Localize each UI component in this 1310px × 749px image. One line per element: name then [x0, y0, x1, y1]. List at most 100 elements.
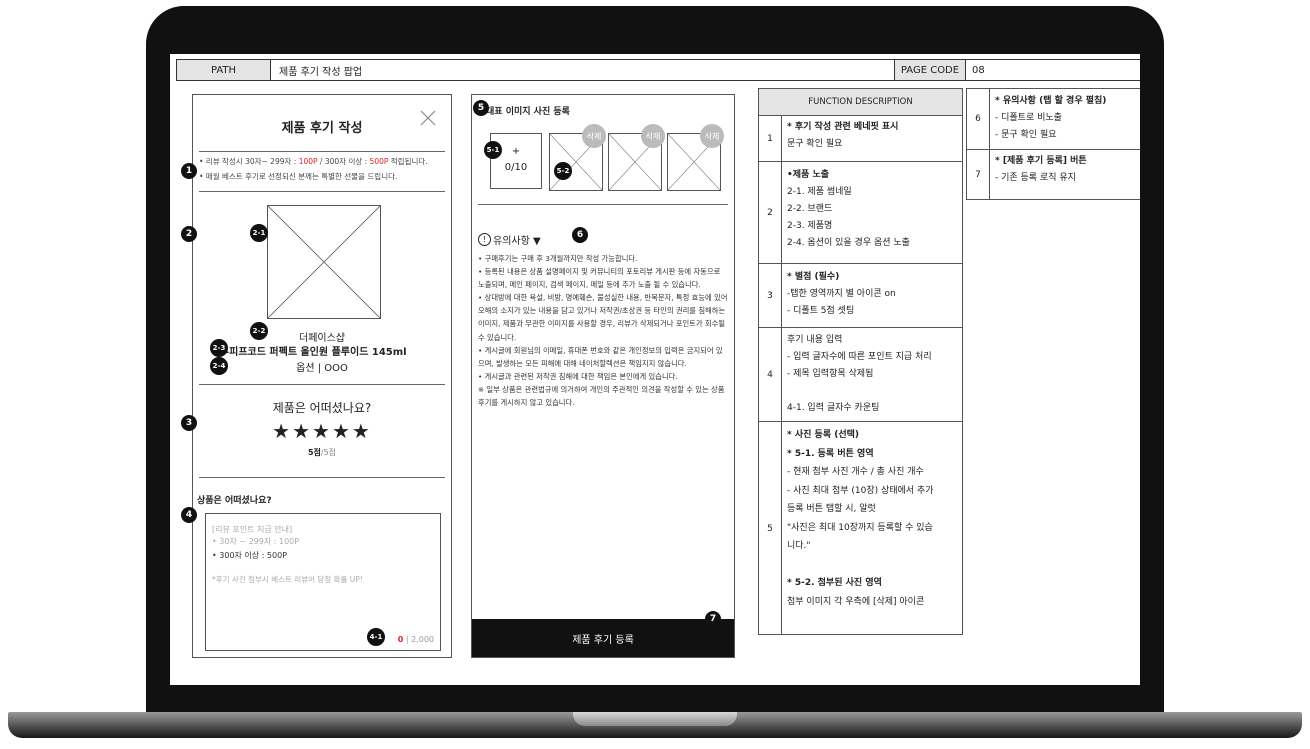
- row-number: 7: [967, 150, 990, 200]
- row-number: 1: [759, 116, 782, 162]
- annotation-badge: 2: [181, 226, 197, 242]
- annotation-badge: 7: [705, 611, 721, 627]
- row-line: - 문구 확인 필요: [995, 130, 1057, 140]
- annotation-badge: 5-2: [554, 162, 572, 180]
- row-line: * 사진 등록 (선택): [787, 430, 860, 440]
- row-number: 6: [967, 89, 990, 149]
- delete-photo-button[interactable]: 삭제: [700, 124, 724, 148]
- function-row: 6 * 유의사항 (탭 할 경우 펼침) - 디폴트로 비노출 - 문구 확인 …: [967, 89, 1140, 149]
- notice-title: 유의사항 ▼: [493, 236, 541, 247]
- star-rating[interactable]: ★★★★★: [193, 419, 451, 443]
- row-line: * 유의사항 (탭 할 경우 펼침): [995, 96, 1107, 106]
- row-line: 2-4. 옵션이 있을 경우 옵션 노출: [787, 238, 910, 248]
- row-line: - 사진 최대 첨부 (10장) 상태에서 추가: [787, 485, 934, 496]
- placeholder-line: • 30자 ~ 299자 : 100P: [212, 537, 300, 546]
- path-value: 제품 후기 작성 팝업: [270, 59, 895, 81]
- notice-item: • 구매후기는 구매 후 3개월까지만 작성 가능합니다.: [478, 254, 638, 263]
- review-textarea[interactable]: [리뷰 포인트 지급 안내] • 30자 ~ 299자 : 100P • 300…: [205, 513, 441, 651]
- row-line: 문구 확인 필요: [787, 139, 843, 149]
- notice-item: • 게시글에 회원님의 이메일, 휴대폰 번호와 같은 개인정보의 입력은 금지…: [478, 345, 723, 368]
- photo-count: 0/10: [504, 162, 528, 173]
- delete-photo-button[interactable]: 삭제: [641, 124, 665, 148]
- row-line: - 입력 글자수에 따른 포인트 지급 처리: [787, 352, 932, 362]
- row-line: 니다.": [787, 541, 811, 551]
- row-line: * 5-1. 등록 버튼 영역: [787, 448, 874, 459]
- notice-toggle[interactable]: ! 유의사항 ▼: [478, 232, 541, 247]
- submit-review-button[interactable]: 제품 후기 등록: [472, 619, 734, 657]
- annotation-badge: 3: [181, 415, 197, 431]
- info-icon: !: [478, 233, 491, 246]
- annotation-badge: 2-2: [250, 322, 268, 340]
- row-line: * 별점 (필수): [787, 272, 840, 282]
- function-row: 4 후기 내용 입력 - 입력 글자수에 따른 포인트 지급 처리 - 제목 입…: [759, 327, 962, 422]
- char-counter: 0 | 2,000: [397, 635, 434, 644]
- notice-item: • 게시글과 관련된 저작권 침해에 대한 책임은 본인에게 있습니다.: [478, 371, 678, 381]
- annotation-badge: 5: [473, 100, 489, 116]
- row-line: * 5-2. 첨부된 사진 영역: [787, 578, 882, 588]
- benefit-line-1: • 리뷰 작성시 30자~ 299자 : 100P / 300자 이상 : 50…: [199, 157, 428, 166]
- row-line: -탭한 영역까지 별 아이콘 on: [787, 289, 896, 299]
- review-question: 상품은 어떠셨나요?: [197, 496, 272, 506]
- row-number: 2: [759, 162, 782, 264]
- function-row: 3 * 별점 (필수) -탭한 영역까지 별 아이콘 on - 디폴트 5점 셋…: [759, 263, 962, 328]
- annotation-badge: 1: [181, 163, 197, 179]
- row-number: 3: [759, 264, 782, 328]
- placeholder-line: *후기 사진 첨부시 베스트 리뷰어 당첨 확률 UP!: [212, 575, 363, 584]
- divider: [199, 191, 445, 192]
- divider: [199, 477, 445, 478]
- row-line: - 기존 등록 로직 유지: [995, 173, 1076, 183]
- function-table-header: FUNCTION DESCRIPTION: [759, 89, 962, 115]
- row-line: - 디폴트로 비노출: [995, 113, 1062, 123]
- notice-item: ※ 일부 상품은 관련법규에 의거하여 개인의 주관적인 의견을 작성할 수 있…: [478, 384, 725, 408]
- side-table: 6 * 유의사항 (탭 할 경우 펼침) - 디폴트로 비노출 - 문구 확인 …: [966, 88, 1140, 200]
- annotation-badge: 4-1: [367, 628, 385, 646]
- notice-item: • 상대방에 대한 욕설, 비방, 명예훼손, 불성실한 내용, 반복문자, 특…: [478, 293, 728, 342]
- row-line: 2-3. 제품명: [787, 221, 833, 231]
- rating-score: 5점/5점: [307, 448, 337, 457]
- row-line: •제품 노출: [787, 170, 830, 180]
- divider: [199, 151, 445, 152]
- annotation-badge: 2-4: [210, 357, 228, 375]
- product-name: -피프코드 퍼펙트 올인원 플루이드 145ml: [225, 347, 407, 358]
- annotation-badge: 6: [572, 227, 588, 243]
- product-option: 옵션 | OOO: [296, 363, 348, 374]
- divider: [199, 384, 445, 385]
- function-row: 2 •제품 노출 2-1. 제품 썸네일 2-2. 브랜드 2-3. 제품명 2…: [759, 161, 962, 264]
- row-line: 4-1. 입력 글자수 카운팅: [787, 403, 880, 413]
- notice-item: • 등록된 내용은 상품 설명페이지 및 커뮤니티의 포토리뷰 게시판 등에 자…: [478, 267, 721, 290]
- laptop-screen: PATH 제품 후기 작성 팝업 PAGE CODE 08 제품 후기 작성 •…: [170, 54, 1140, 685]
- placeholder-line: • 300자 이상 : 500P: [212, 551, 288, 560]
- row-line: * [제품 후기 등록] 버튼: [995, 156, 1087, 166]
- row-line: - 제목 입력항목 삭제됨: [787, 369, 874, 379]
- row-spacer: [787, 383, 960, 400]
- page-code-label: PAGE CODE: [894, 59, 966, 81]
- row-line: 2-1. 제품 썸네일: [787, 187, 852, 197]
- annotation-badge: 5-1: [484, 141, 502, 159]
- row-line: 등록 버튼 탭할 시, 알럿: [787, 504, 876, 514]
- photo-section-title: 대표 이미지 사진 등록: [486, 107, 570, 117]
- laptop-notch: [573, 712, 737, 726]
- placeholder-line: [리뷰 포인트 지급 안내]: [212, 525, 293, 534]
- product-thumbnail: [267, 205, 381, 319]
- photo-panel: 대표 이미지 사진 등록 + 0/10 삭제 삭제 삭제 ! 유의사항 ▼ • …: [471, 94, 735, 658]
- path-label: PATH: [176, 59, 271, 81]
- function-row: 1 * 후기 작성 관련 베네핏 표시 문구 확인 필요: [759, 115, 962, 162]
- function-row: 7 * [제품 후기 등록] 버튼 - 기존 등록 로직 유지: [967, 149, 1140, 200]
- function-row: 5 * 사진 등록 (선택) * 5-1. 등록 버튼 영역 - 현재 첨부 사…: [759, 421, 962, 635]
- row-line: "사진은 최대 10장까지 등록할 수 있습: [787, 522, 933, 533]
- row-number: 5: [759, 422, 782, 635]
- row-spacer: [787, 556, 960, 575]
- close-icon[interactable]: [419, 109, 437, 127]
- product-brand: 더페이스샵: [299, 333, 345, 344]
- annotation-badge: 2-1: [250, 224, 268, 242]
- row-line: - 디폴트 5점 셋팅: [787, 306, 855, 316]
- row-line: * 후기 작성 관련 베네핏 표시: [787, 122, 899, 132]
- notice-list: • 구매후기는 구매 후 3개월까지만 작성 가능합니다. • 등록된 내용은 …: [478, 252, 728, 409]
- row-number: 4: [759, 328, 782, 422]
- row-line: 2-2. 브랜드: [787, 204, 833, 214]
- popup-title: 제품 후기 작성: [281, 121, 363, 136]
- review-popup: 제품 후기 작성 • 리뷰 작성시 30자~ 299자 : 100P / 300…: [192, 94, 452, 658]
- delete-photo-button[interactable]: 삭제: [582, 124, 606, 148]
- divider: [478, 204, 728, 205]
- annotation-badge: 2-3: [210, 339, 228, 357]
